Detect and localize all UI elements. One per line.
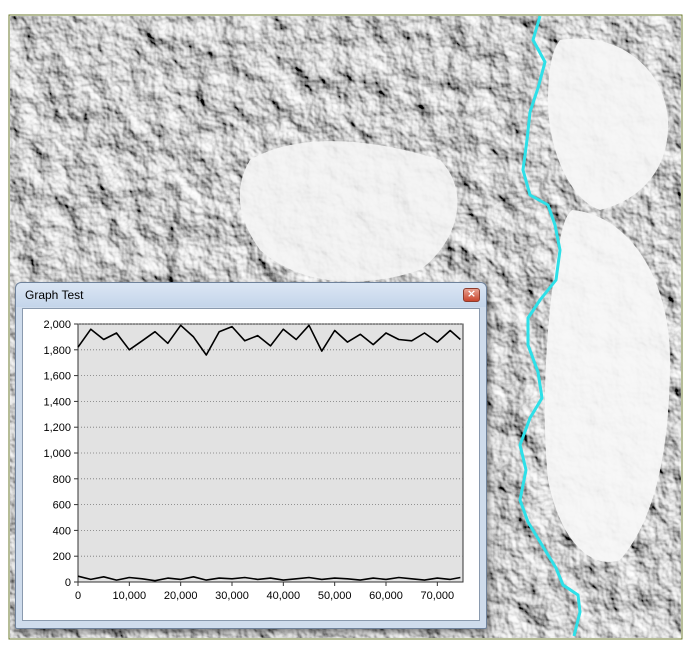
graph-window[interactable]: Graph Test × 0 200 400 600 800 1,000 1,200 1,40… <box>15 282 487 629</box>
line-chart: 0 200 400 600 800 1,000 1,200 1,400 1,600 1,800 2,… <box>43 319 464 602</box>
y-tick-label: 1,600 <box>43 371 71 383</box>
y-tick-label: 800 <box>53 474 71 486</box>
close-icon: × <box>466 287 477 300</box>
x-tick-label: 0 <box>75 590 81 602</box>
x-tick-label: 20,000 <box>164 590 198 602</box>
y-tick-label: 1,000 <box>43 448 71 460</box>
y-tick-label: 200 <box>53 551 71 563</box>
y-tick-label: 1,200 <box>43 422 71 434</box>
y-tick-label: 0 <box>65 577 71 589</box>
y-tick-label: 1,400 <box>43 396 71 408</box>
x-tick-label: 70,000 <box>421 590 455 602</box>
y-tick-label: 400 <box>53 525 71 537</box>
y-tick-label: 600 <box>53 500 71 512</box>
x-tick-label: 10,000 <box>113 590 147 602</box>
x-tick-label: 50,000 <box>318 590 352 602</box>
x-tick-label: 40,000 <box>267 590 301 602</box>
y-tick-label: 2,000 <box>43 319 71 331</box>
x-tick-label: 60,000 <box>369 590 403 602</box>
close-button[interactable]: × <box>463 287 480 302</box>
y-tick-label: 1,800 <box>43 345 71 357</box>
graph-client-area: 0 200 400 600 800 1,000 1,200 1,400 1,600 1,800 2,… <box>22 308 480 621</box>
title-bar[interactable]: Graph Test × <box>16 283 486 307</box>
window-title: Graph Test <box>25 288 84 302</box>
x-tick-label: 30,000 <box>215 590 249 602</box>
